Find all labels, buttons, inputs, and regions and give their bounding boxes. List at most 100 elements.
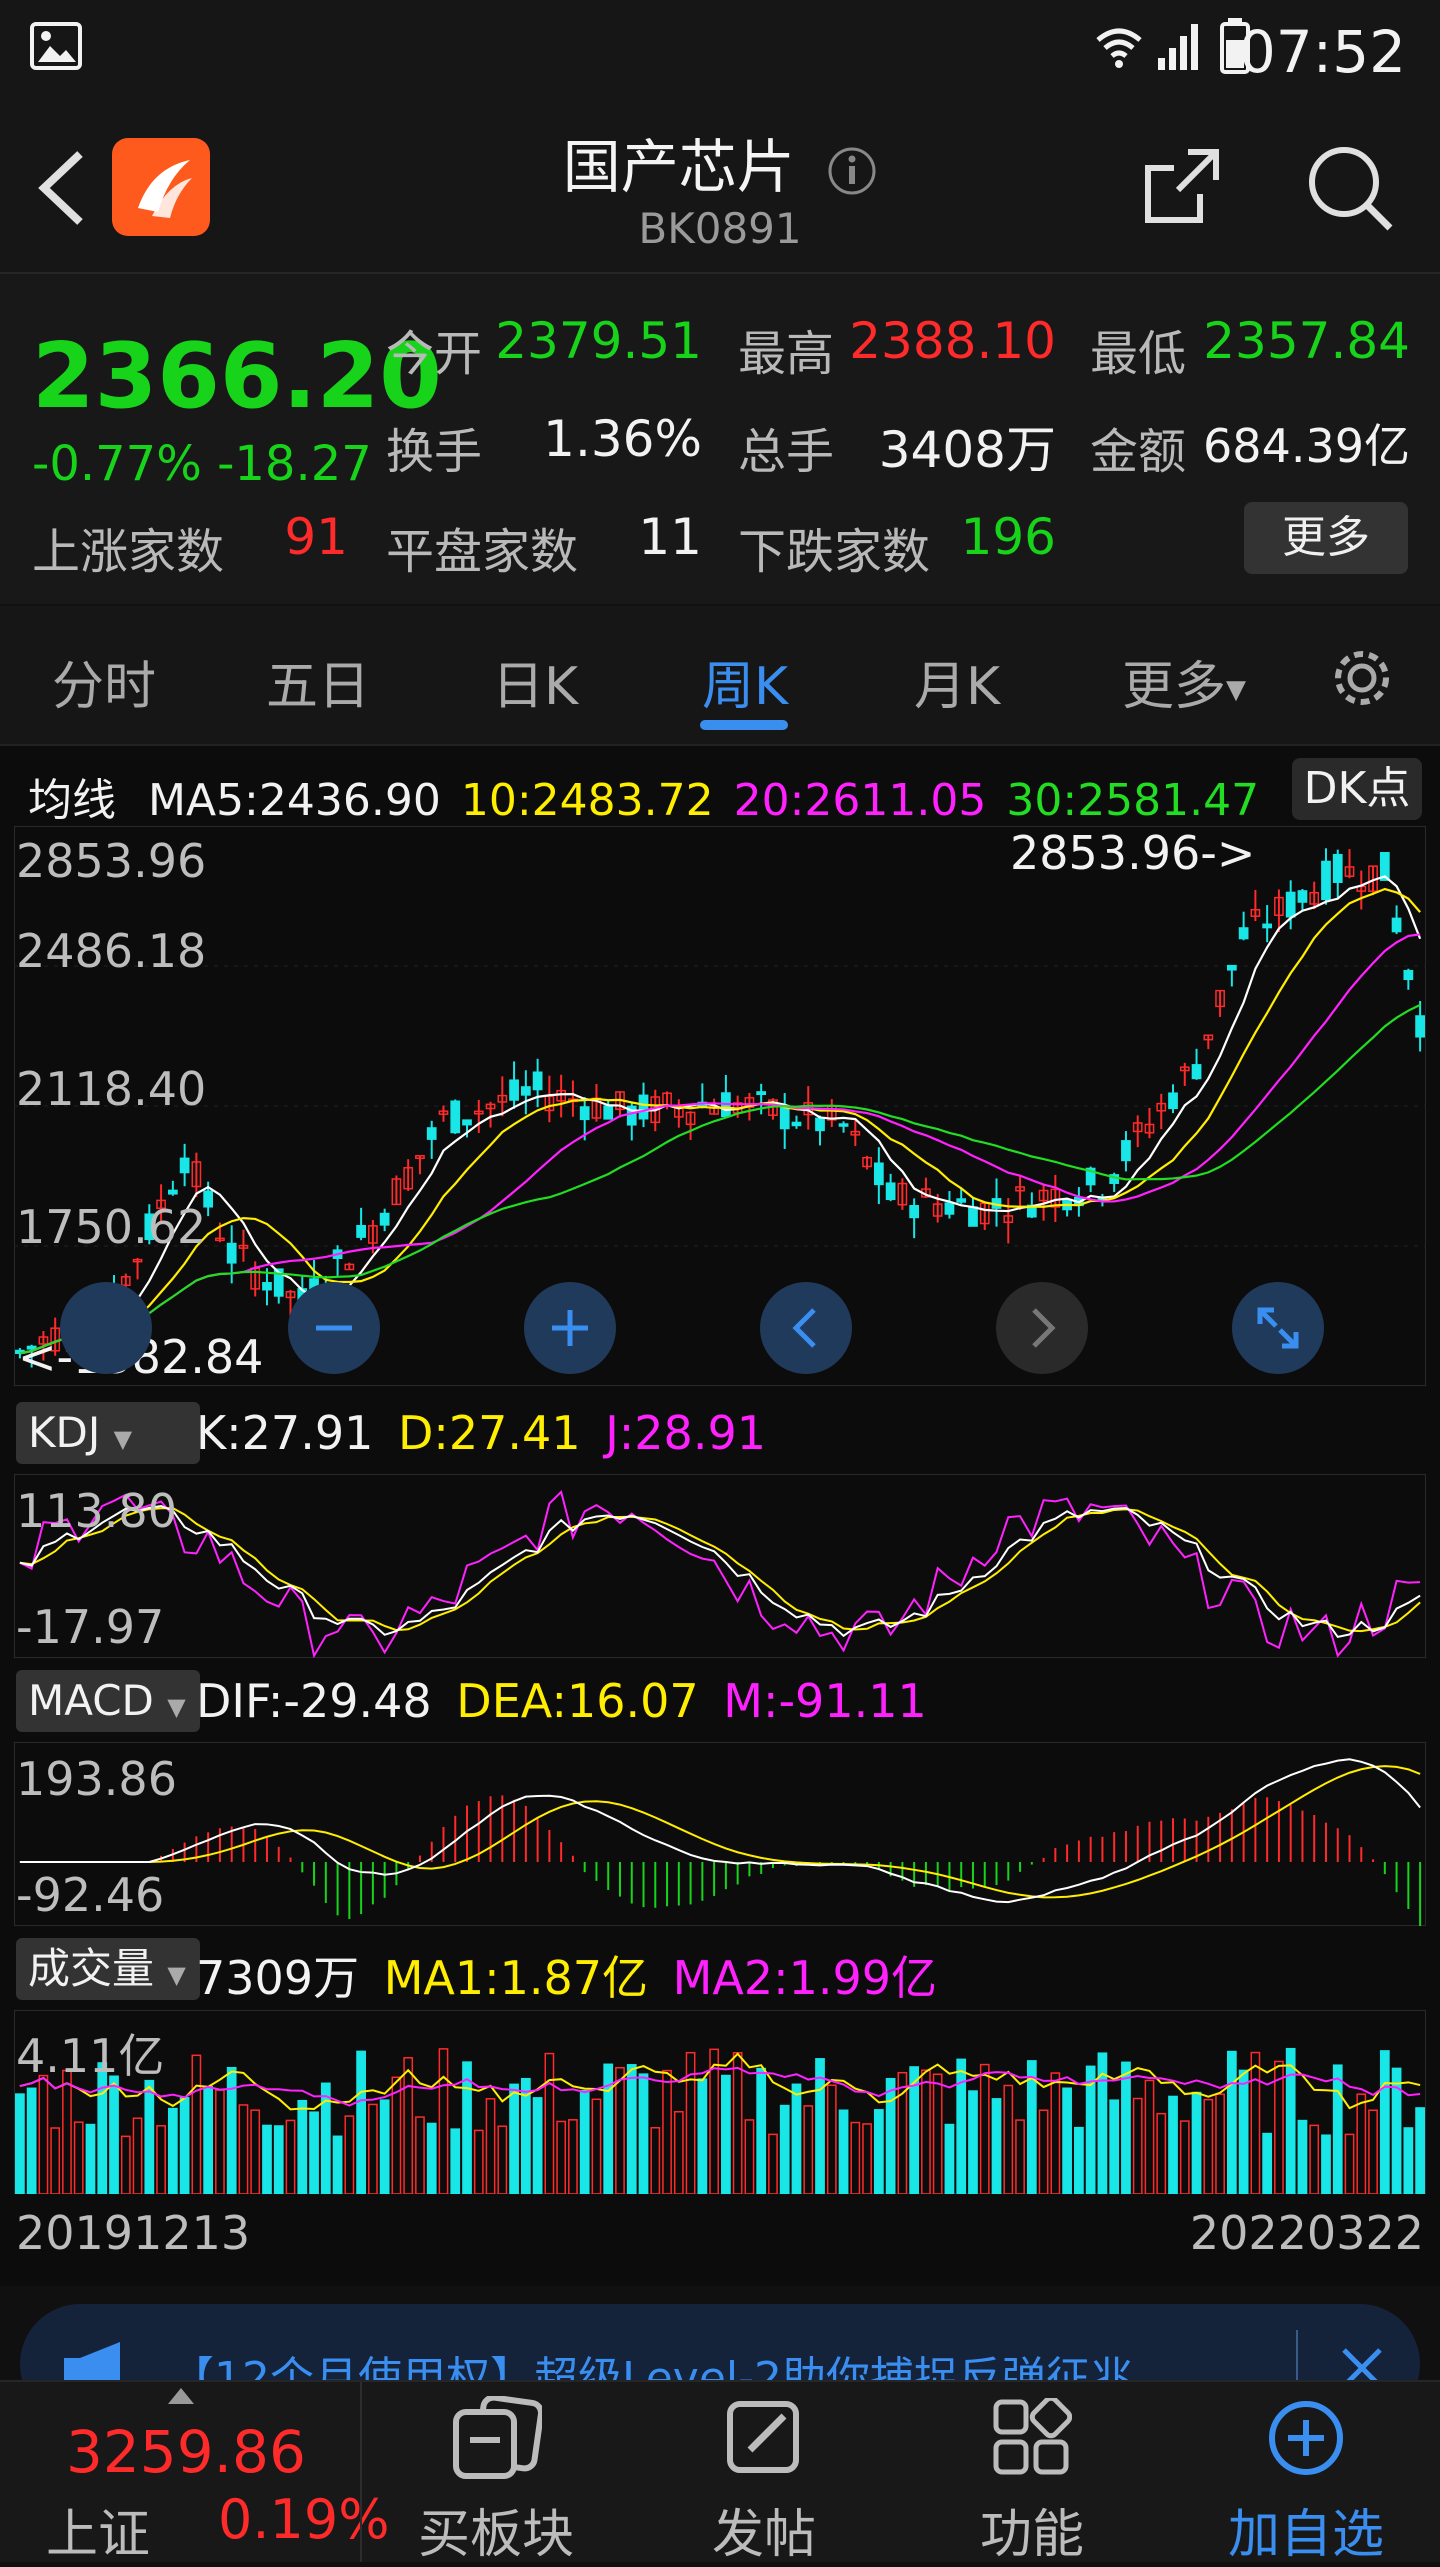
- volume-bar: [15, 2093, 25, 2194]
- volume-bar: [803, 2105, 814, 2194]
- tab-intraday[interactable]: 分时: [52, 644, 156, 719]
- volume-bar: [1215, 2093, 1225, 2194]
- scroll-right-button[interactable]: [996, 1282, 1088, 1374]
- volume-bar: [285, 2119, 296, 2194]
- volume-bar: [850, 2121, 861, 2194]
- open-value: 2379.51: [495, 312, 702, 370]
- volume-bar: [50, 2127, 61, 2194]
- kdj-j-line: [19, 1489, 1421, 1658]
- zoom-in-button[interactable]: [524, 1282, 616, 1374]
- macd-dif-line: [19, 1758, 1421, 1904]
- index-value[interactable]: 3259.86: [66, 2418, 306, 2486]
- left-edge-button[interactable]: [60, 1282, 152, 1374]
- volume-bar: [1132, 2097, 1143, 2194]
- settings-gear-icon[interactable]: [1330, 646, 1394, 710]
- volume-bar: [156, 2125, 166, 2194]
- scroll-left-button[interactable]: [760, 1282, 852, 1374]
- candle-body: [579, 1106, 590, 1121]
- kline-chart-area[interactable]: 均线 MA5:2436.90 10:2483.72 20:2611.05 30:…: [0, 746, 1440, 2286]
- candle-body: [450, 1100, 461, 1134]
- index-change[interactable]: 0.19%: [218, 2488, 390, 2551]
- search-icon[interactable]: [1304, 142, 1396, 234]
- share-icon[interactable]: [1140, 144, 1224, 228]
- kdj-selector[interactable]: KDJ ▼: [16, 1402, 200, 1464]
- caret-down-icon: ▼: [167, 1693, 186, 1721]
- zoom-out-button[interactable]: [288, 1282, 380, 1374]
- volume-bar: [532, 2097, 543, 2194]
- ma20-value: 20:2611.05: [733, 775, 987, 826]
- volume-bar: [1003, 2084, 1014, 2194]
- volume-ma2: MA2:1.99亿: [672, 1951, 938, 2005]
- volume-value: 3408万: [878, 421, 1056, 479]
- macd-chart[interactable]: [14, 1742, 1426, 1926]
- volume-bar: [873, 2109, 884, 2194]
- candle-body: [1238, 927, 1249, 940]
- volume-bar: [273, 2125, 284, 2194]
- tab-monthly-k[interactable]: 月K: [914, 644, 1000, 719]
- active-tab-indicator: [700, 720, 788, 730]
- volume-selector[interactable]: 成交量 ▼: [16, 1938, 200, 2000]
- page-title: 国产芯片: [0, 120, 1440, 204]
- volume-bar: [226, 2066, 237, 2194]
- volume-bar: [556, 2120, 567, 2194]
- macd-dif: DIF:-29.48: [196, 1674, 432, 1728]
- volume-bar: [756, 2067, 767, 2194]
- volume-chart[interactable]: [14, 2010, 1426, 2194]
- kdj-chart[interactable]: [14, 1474, 1426, 1658]
- minus-icon: [316, 1325, 352, 1331]
- volume-bar: [38, 2074, 49, 2194]
- volume-bar: [885, 2077, 896, 2194]
- volume-bar: [1109, 2099, 1120, 2194]
- volume-bar: [144, 2079, 155, 2194]
- index-name[interactable]: 上证: [46, 2492, 150, 2567]
- add-circle-icon: [1269, 2401, 1343, 2475]
- volume-bar: [1250, 2051, 1261, 2194]
- macd-selector[interactable]: MACD ▼: [16, 1670, 200, 1732]
- info-icon[interactable]: [827, 146, 877, 196]
- amount-value: 684.39亿: [1203, 419, 1410, 473]
- volume-bar: [215, 2089, 225, 2194]
- nav-buy-sector[interactable]: 买板块: [376, 2382, 616, 2565]
- tab-more[interactable]: 更多▼: [1122, 644, 1246, 719]
- down-count-label: 下跌家数: [738, 524, 931, 580]
- tab-five-day[interactable]: 五日: [266, 644, 370, 719]
- nav-add-watchlist[interactable]: 加自选: [1186, 2382, 1426, 2565]
- volume-bar: [1191, 2091, 1202, 2194]
- candle-body: [603, 1105, 614, 1120]
- macd-m: M:-91.11: [723, 1674, 927, 1728]
- nav-label: 买板块: [417, 2505, 574, 2565]
- volume-legend: 7309万 MA1:1.87亿 MA2:1.99亿: [196, 1942, 937, 2008]
- kdj-bottom-label: -17.97: [16, 1600, 165, 1654]
- candle-body: [1226, 964, 1237, 971]
- candle-body: [520, 1086, 531, 1096]
- kdj-j: J:28.91: [605, 1406, 766, 1460]
- candle-body: [356, 1224, 366, 1238]
- dk-point-button[interactable]: DK点: [1292, 758, 1422, 820]
- volume-bar: [485, 2098, 496, 2194]
- y-label-top: 2853.96: [16, 834, 207, 888]
- low-label: 最低: [1090, 326, 1187, 382]
- caret-up-icon: [168, 2388, 194, 2404]
- up-count-label: 上涨家数: [32, 524, 225, 580]
- tab-weekly-k[interactable]: 周K: [702, 644, 788, 719]
- price-change: -0.77% -18.27: [32, 436, 372, 492]
- more-button[interactable]: 更多: [1244, 502, 1408, 574]
- nav-post[interactable]: 发帖: [644, 2382, 884, 2565]
- candlestick-chart[interactable]: [14, 826, 1426, 1386]
- nav-functions[interactable]: 功能: [912, 2382, 1152, 2565]
- volume-bar: [509, 2083, 519, 2194]
- candle-body: [956, 1198, 967, 1203]
- ma-legend: 均线 MA5:2436.90 10:2483.72 20:2611.05 30:…: [28, 764, 1259, 828]
- volume-bar: [768, 2133, 778, 2194]
- candle-body: [167, 1189, 178, 1195]
- volume-bar: [1038, 2109, 1049, 2194]
- fullscreen-button[interactable]: [1232, 1282, 1324, 1374]
- volume-bar: [203, 2085, 214, 2194]
- macd-top-label: 193.86: [16, 1752, 177, 1806]
- y-label-2: 2486.18: [16, 924, 207, 978]
- ma20-line: [19, 933, 1421, 1355]
- volume-bar: [332, 2135, 343, 2194]
- volume-bar: [1050, 2072, 1061, 2194]
- tab-daily-k[interactable]: 日K: [492, 644, 578, 719]
- chevron-left-icon: [792, 1308, 816, 1348]
